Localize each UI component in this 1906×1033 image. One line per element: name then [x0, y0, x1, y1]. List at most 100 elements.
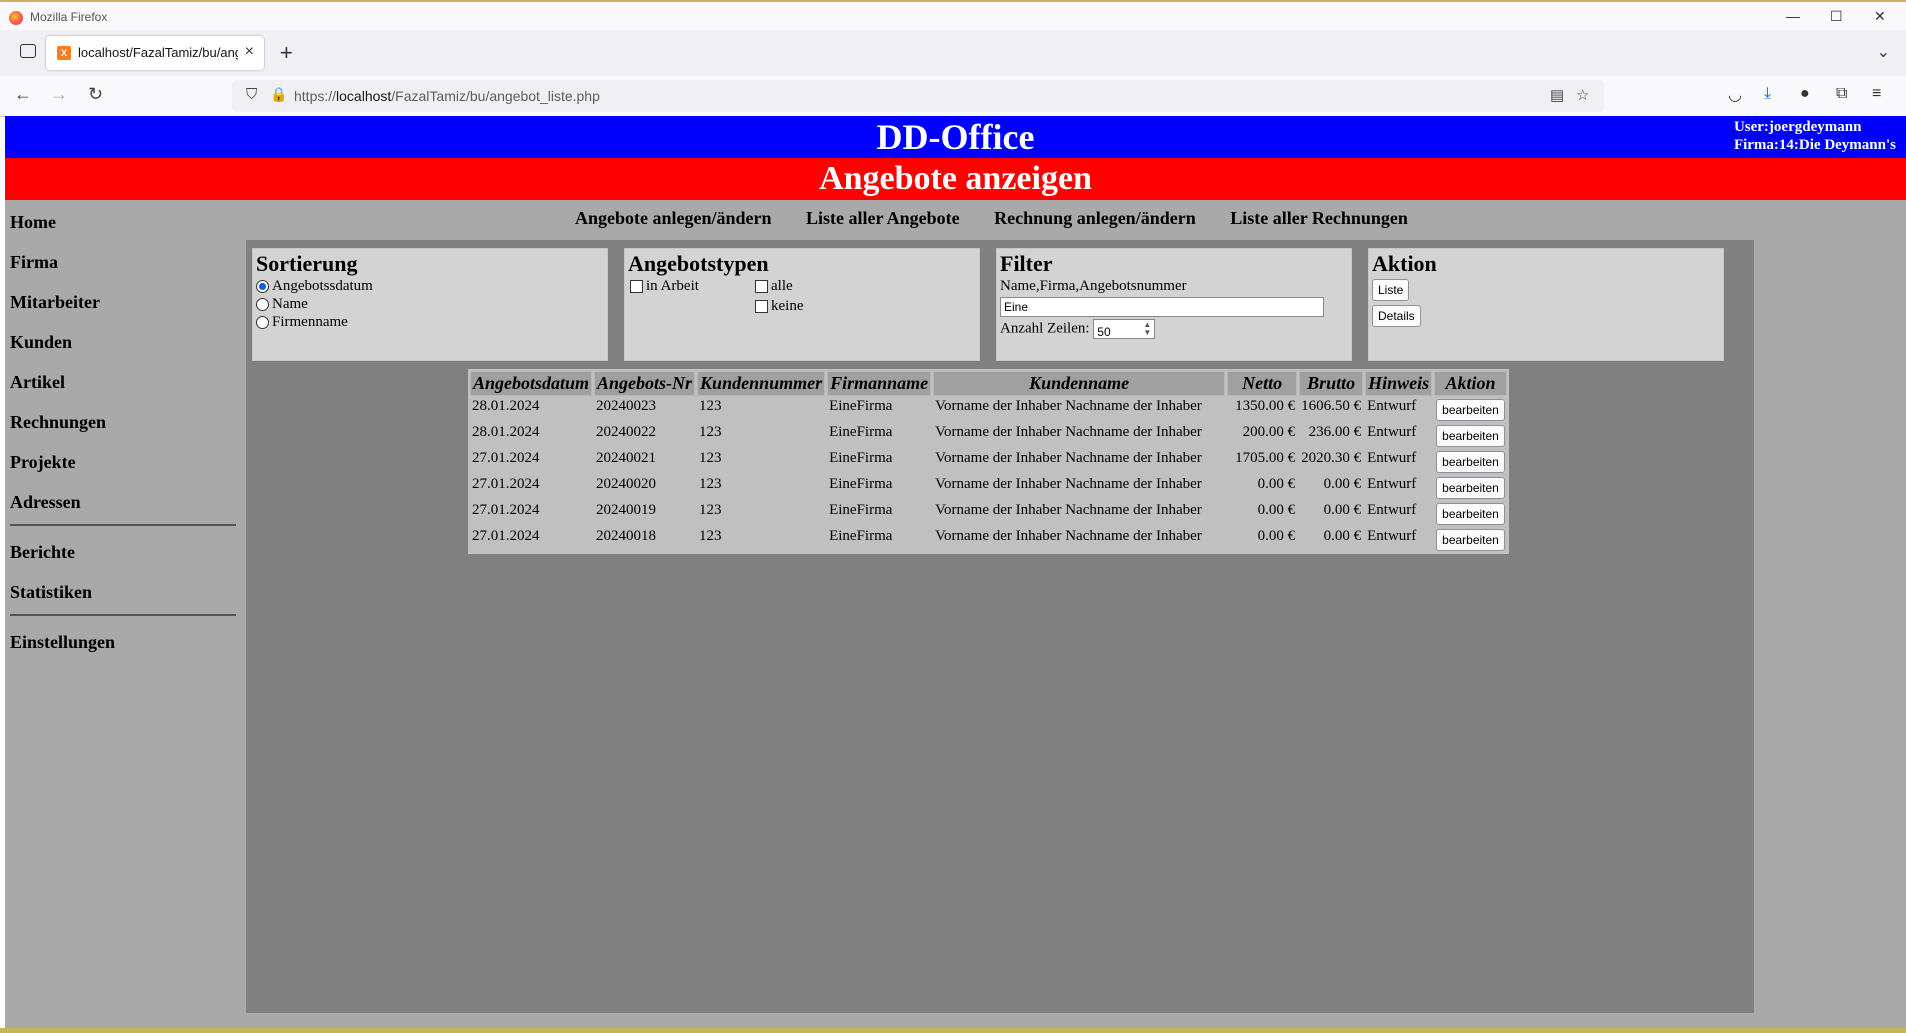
- filter-box: Filter Name,Firma,Angebotsnummer Eine An…: [996, 248, 1352, 361]
- url-text[interactable]: https://localhost/FazalTamiz/bu/angebot_…: [294, 88, 600, 104]
- type-keine[interactable]: keine: [755, 297, 803, 315]
- menu-icon[interactable]: ≡: [1872, 85, 1881, 103]
- rows-value[interactable]: 50: [1097, 325, 1110, 339]
- sidebar-item-adressen[interactable]: Adressen: [10, 492, 242, 520]
- reload-icon[interactable]: ↻: [88, 84, 103, 105]
- cell-aktion: bearbeiten: [1434, 424, 1507, 448]
- type-in-arbeit[interactable]: in Arbeit: [630, 277, 699, 295]
- cell-netto: 1350.00 €: [1235, 398, 1296, 414]
- cell-datum: 27.01.2024: [472, 502, 540, 518]
- cell-firmanname: EineFirma: [829, 450, 893, 466]
- shield-icon[interactable]: ⛉: [246, 86, 257, 103]
- cell-datum: 28.01.2024: [472, 398, 540, 414]
- angebotstypen-title: Angebotstypen: [628, 251, 769, 276]
- sidebar-item-einstellungen[interactable]: Einstellungen: [10, 632, 242, 672]
- cell-angebots-nr: 20240021: [596, 450, 657, 466]
- sort-option-datum[interactable]: Angebotssdatum: [256, 277, 604, 295]
- sidebar-item-firma[interactable]: Firma: [10, 252, 242, 292]
- extensions-icon[interactable]: ⧉: [1836, 85, 1847, 103]
- cell-kundennummer: 123: [699, 450, 722, 466]
- nav-liste-angebote[interactable]: Liste aller Angebote: [806, 208, 960, 228]
- cell-kundennummer: 123: [699, 502, 722, 518]
- sidebar-item-berichte[interactable]: Berichte: [10, 542, 242, 582]
- cell-firmanname: EineFirma: [829, 398, 893, 414]
- reader-view-icon[interactable]: ▤: [1550, 86, 1564, 104]
- col-angebots-nr: Angebots-Nr: [594, 371, 696, 396]
- bearbeiten-button[interactable]: bearbeiten: [1436, 503, 1505, 525]
- back-icon[interactable]: ←: [14, 84, 32, 105]
- cell-angebots-nr: 20240022: [596, 424, 657, 440]
- maximize-icon[interactable]: ☐: [1830, 8, 1843, 25]
- sort-option-firmenname[interactable]: Firmenname: [256, 313, 604, 331]
- sidebar-item-home[interactable]: Home: [10, 212, 242, 252]
- close-window-icon[interactable]: ✕: [1874, 8, 1886, 25]
- sidebar-item-kunden[interactable]: Kunden: [10, 332, 242, 372]
- cell-kundenname: Vorname der Inhaber Nachname der Inhaber: [935, 424, 1202, 440]
- lock-icon[interactable]: 🔒: [270, 86, 287, 103]
- col-brutto: Brutto: [1299, 371, 1364, 396]
- tab-overview-icon[interactable]: [20, 44, 36, 58]
- cell-firmanname: EineFirma: [829, 528, 893, 544]
- cell-kundennummer: 123: [699, 476, 722, 492]
- type-alle[interactable]: alle: [755, 277, 793, 295]
- col-firmanname: Firmanname: [827, 371, 932, 396]
- radio-button[interactable]: [256, 315, 269, 329]
- sidebar-item-projekte[interactable]: Projekte: [10, 452, 242, 492]
- main-content: Sortierung Angebotssdatum Name Firmennam…: [246, 240, 1754, 1013]
- details-button[interactable]: Details: [1372, 305, 1421, 327]
- cell-netto: 200.00 €: [1242, 424, 1296, 440]
- cell-datum: 27.01.2024: [472, 528, 540, 544]
- table-header-row: Angebotsdatum Angebots-Nr Kundennummer F…: [470, 371, 1507, 396]
- checkbox[interactable]: [755, 299, 768, 313]
- checkbox-label: alle: [771, 278, 793, 294]
- forward-icon[interactable]: →: [50, 84, 68, 105]
- cell-angebots-nr: 20240019: [596, 502, 657, 518]
- minimize-icon[interactable]: —: [1786, 8, 1800, 24]
- filter-input[interactable]: Eine: [1000, 297, 1324, 317]
- nav-angebote-anlegen[interactable]: Angebote anlegen/ändern: [575, 208, 772, 228]
- sidebar-item-mitarbeiter[interactable]: Mitarbeiter: [10, 292, 242, 332]
- list-tabs-chevron-icon[interactable]: ⌄: [1877, 42, 1890, 62]
- bearbeiten-button[interactable]: bearbeiten: [1436, 451, 1505, 473]
- spinner-icon[interactable]: ▲ ▼: [1143, 321, 1151, 337]
- table-row: 27.01.2024 20240021 123 EineFirma Vorname de…: [470, 450, 1507, 474]
- tab-active[interactable]: X localhost/FazalTamiz/bu/angebot_liste.…: [46, 36, 264, 70]
- account-icon[interactable]: ●: [1800, 85, 1810, 103]
- pocket-icon[interactable]: ◡: [1728, 85, 1742, 105]
- bookmark-star-icon[interactable]: ☆: [1576, 86, 1589, 104]
- rows-number-input[interactable]: 50 ▲ ▼: [1093, 319, 1156, 339]
- cell-datum: 27.01.2024: [472, 476, 540, 492]
- xampp-favicon-icon: X: [57, 46, 71, 60]
- cell-brutto: 236.00 €: [1308, 424, 1362, 440]
- cell-kundenname: Vorname der Inhaber Nachname der Inhaber: [935, 502, 1202, 518]
- table-row: 28.01.2024 20240023 123 EineFirma Vorname de…: [470, 398, 1507, 422]
- option-label: Angebotssdatum: [272, 278, 373, 294]
- option-label: Name: [272, 296, 308, 312]
- bearbeiten-button[interactable]: bearbeiten: [1436, 425, 1505, 447]
- sidebar-item-artikel[interactable]: Artikel: [10, 372, 242, 412]
- cell-datum: 27.01.2024: [472, 450, 540, 466]
- sidebar-item-rechnungen[interactable]: Rechnungen: [10, 412, 242, 452]
- cell-kundennummer: 123: [699, 528, 722, 544]
- col-hinweis: Hinweis: [1365, 371, 1433, 396]
- bearbeiten-button[interactable]: bearbeiten: [1436, 529, 1505, 551]
- checkbox[interactable]: [755, 279, 768, 293]
- radio-button[interactable]: [256, 297, 269, 311]
- liste-button[interactable]: Liste: [1372, 279, 1410, 301]
- nav-rechnung-anlegen[interactable]: Rechnung anlegen/ändern: [994, 208, 1196, 228]
- downloads-icon[interactable]: ⤓: [1764, 85, 1771, 103]
- cell-brutto: 0.00 €: [1323, 476, 1362, 492]
- checkbox[interactable]: [630, 279, 643, 293]
- new-tab-icon[interactable]: +: [280, 40, 293, 66]
- sidebar-item-statistiken[interactable]: Statistiken: [10, 582, 242, 610]
- bearbeiten-button[interactable]: bearbeiten: [1436, 477, 1505, 499]
- address-bar[interactable]: ⛉ 🔒 https://localhost/FazalTamiz/bu/ange…: [232, 80, 1604, 112]
- table-row: 28.01.2024 20240022 123 EineFirma Vorname de…: [470, 424, 1507, 448]
- window-bottom-border: [0, 1028, 1906, 1033]
- nav-liste-rechnungen[interactable]: Liste aller Rechnungen: [1230, 208, 1408, 228]
- radio-button[interactable]: [256, 279, 269, 293]
- cell-kundennummer: 123: [699, 398, 722, 414]
- close-tab-icon[interactable]: ×: [245, 43, 254, 61]
- sort-option-name[interactable]: Name: [256, 295, 604, 313]
- bearbeiten-button[interactable]: bearbeiten: [1436, 399, 1505, 421]
